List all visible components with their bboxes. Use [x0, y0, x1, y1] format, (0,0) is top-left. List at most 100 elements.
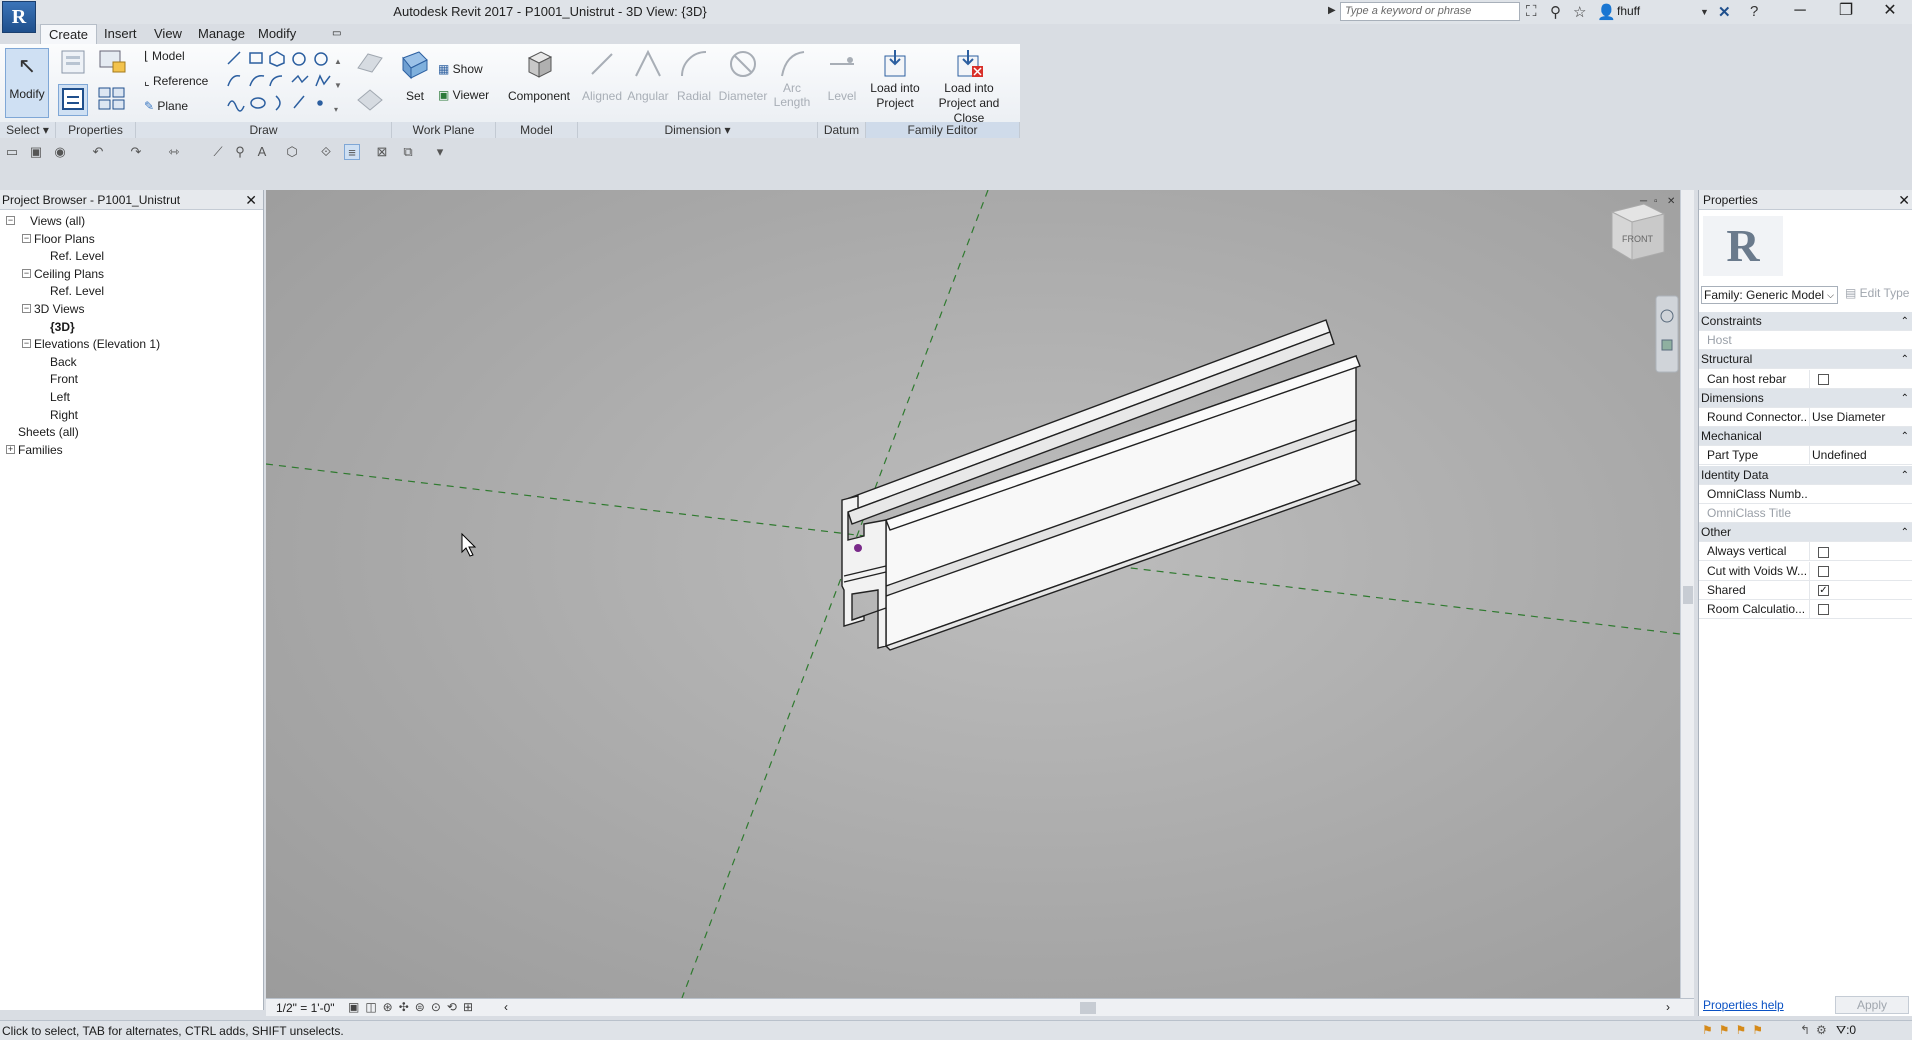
3d-view-icon[interactable]: ⬡ — [284, 144, 300, 160]
tree-item[interactable]: Elevations (Elevation 1) — [34, 337, 160, 351]
pick-faces-icon[interactable] — [352, 84, 386, 116]
3d-view-canvas[interactable]: FRONT ─ ▫ ✕ — [266, 190, 1680, 998]
property-group-header[interactable]: Constraints ⌃ — [1699, 312, 1912, 331]
tree-item[interactable]: Ceiling Plans — [34, 267, 104, 281]
workplane-viewer-button[interactable]: ▣ Viewer — [438, 88, 489, 102]
close-hidden-windows-icon[interactable]: ⊠ — [374, 144, 390, 160]
property-group-header[interactable]: Identity Data ⌃ — [1699, 465, 1912, 485]
checkbox-checked[interactable]: ✓ — [1818, 585, 1829, 597]
view-close-icon[interactable]: ✕ — [1667, 196, 1675, 207]
zoom-icon[interactable] — [1661, 339, 1673, 351]
customize-qat-icon[interactable]: ▾ — [432, 144, 448, 160]
section-icon[interactable]: ⟐ — [318, 144, 334, 160]
close-icon[interactable]: ✕ — [245, 190, 257, 210]
search-expand-icon[interactable]: ▶ — [1328, 5, 1336, 16]
status-icons[interactable]: ⚑⚑⚑⚑ — [1702, 1023, 1769, 1037]
tab-manage[interactable]: Manage — [190, 24, 253, 44]
tree-item[interactable]: Views (all) — [30, 214, 85, 228]
checkbox[interactable] — [1818, 565, 1829, 577]
tab-create[interactable]: Create — [40, 24, 98, 44]
collapse-icon[interactable]: ⌃ — [1901, 466, 1909, 485]
property-value[interactable] — [1809, 542, 1912, 562]
tree-item[interactable]: Sheets (all) — [18, 425, 79, 439]
angular-dimension-button[interactable]: Angular — [626, 48, 670, 118]
horizontal-scrollbar-thumb[interactable] — [1080, 1002, 1096, 1014]
edit-type-button[interactable]: ▤ Edit Type — [1845, 286, 1909, 300]
pick-lines-icon[interactable] — [352, 48, 386, 80]
thin-lines-icon[interactable]: ≡ — [344, 144, 360, 160]
property-group-header[interactable]: Structural ⌃ — [1699, 350, 1912, 370]
property-value[interactable] — [1809, 600, 1912, 619]
property-value[interactable] — [1809, 369, 1912, 389]
property-group-header[interactable]: Mechanical ⌃ — [1699, 427, 1912, 447]
tab-insert[interactable]: Insert — [96, 24, 145, 44]
family-types-icon[interactable] — [96, 48, 128, 78]
favorites-star-icon[interactable]: ☆ — [1573, 3, 1586, 21]
user-name[interactable]: fhuff — [1617, 4, 1640, 18]
undo-icon[interactable]: ↶ — [90, 144, 106, 160]
family-selector[interactable]: Family: Generic Model ⌵ — [1701, 286, 1838, 304]
collapse-icon[interactable]: − — [22, 304, 31, 313]
load-into-project-button[interactable]: Load into Project — [866, 48, 924, 118]
collapse-icon[interactable]: ⌃ — [1901, 350, 1909, 369]
diameter-dimension-button[interactable]: Diameter — [716, 48, 770, 118]
collapse-icon[interactable]: ⌃ — [1901, 312, 1909, 331]
scroll-right-icon[interactable]: › — [1666, 1000, 1670, 1014]
origin-point-icon[interactable] — [854, 544, 862, 552]
view-scale[interactable]: 1/2" = 1'-0" — [276, 1001, 335, 1015]
text-icon[interactable]: A — [254, 144, 270, 160]
dimension-panel-label[interactable]: Dimension ▾ — [578, 122, 818, 138]
help-icon[interactable]: ? — [1750, 3, 1758, 20]
tree-item[interactable]: Ref. Level — [50, 284, 104, 298]
exchange-apps-icon[interactable]: ✕ — [1718, 3, 1731, 21]
tree-item[interactable]: Right — [50, 408, 78, 422]
reference-plane-button[interactable]: ✎ Plane — [144, 99, 188, 113]
property-group-header[interactable]: Dimensions ⌃ — [1699, 388, 1912, 408]
chevron-down-icon[interactable]: ▼ — [1700, 7, 1709, 17]
scrollbar-thumb[interactable] — [1683, 586, 1693, 604]
checkbox[interactable] — [1818, 373, 1829, 385]
minimize-button[interactable]: ─ — [1778, 0, 1822, 24]
family-category-icon[interactable] — [58, 48, 88, 78]
collapse-icon[interactable]: ⌃ — [1901, 523, 1909, 542]
collapse-icon[interactable]: − — [22, 268, 31, 278]
type-selector-preview[interactable]: R — [1703, 216, 1783, 276]
vertical-scrollbar[interactable] — [1680, 190, 1694, 998]
select-panel-label[interactable]: Select ▾ — [0, 122, 56, 138]
filter-count[interactable]: ⛛:0 — [1836, 1023, 1856, 1038]
measure-icon[interactable]: ⇿ — [166, 144, 182, 160]
view-minimize-icon[interactable]: ─ — [1639, 196, 1648, 207]
arc-length-dimension-button[interactable]: Arc Length — [770, 48, 814, 118]
reference-line-button[interactable]: ⌞ Reference — [144, 74, 208, 88]
aligned-dimension-qat-icon[interactable]: ⟋ — [210, 144, 226, 160]
viewcube[interactable]: FRONT — [1610, 203, 1666, 261]
open-icon[interactable]: ▭ — [4, 144, 20, 160]
tag-icon[interactable]: ⚲ — [232, 144, 248, 160]
redo-icon[interactable]: ↷ — [128, 144, 144, 160]
radial-dimension-button[interactable]: Radial — [672, 48, 716, 118]
aligned-dimension-button[interactable]: Aligned — [580, 48, 624, 118]
tab-modify[interactable]: Modify — [250, 24, 304, 44]
navigation-bar[interactable] — [1655, 295, 1679, 373]
tree-item[interactable]: Families — [18, 443, 63, 457]
tree-item[interactable]: Ref. Level — [50, 249, 104, 263]
expand-icon[interactable]: + — [6, 444, 15, 454]
type-properties-icon[interactable] — [96, 84, 128, 116]
view-control-icons[interactable]: ▣◫⊛✣⊜⊙⟲⊞ — [348, 1000, 479, 1014]
draw-tools-gallery[interactable]: ▲ ▼ ▾ — [224, 48, 344, 118]
tab-view[interactable]: View — [146, 24, 190, 44]
tree-item[interactable]: {3D} — [50, 320, 75, 334]
property-value[interactable]: Use Diameter — [1809, 408, 1912, 427]
checkbox[interactable] — [1818, 546, 1829, 558]
close-icon[interactable]: ✕ — [1898, 190, 1910, 210]
collapse-icon[interactable]: − — [22, 339, 31, 349]
model-line-button[interactable]: ⌊ Model — [144, 49, 185, 63]
properties-toggle-icon[interactable] — [58, 84, 88, 116]
tree-item[interactable]: Back — [50, 355, 77, 369]
binoculars-icon[interactable]: ⛶ — [1526, 3, 1537, 20]
scroll-left-icon[interactable]: ‹ — [504, 1000, 508, 1014]
tree-item[interactable]: Floor Plans — [34, 232, 95, 246]
property-value[interactable]: Undefined — [1809, 446, 1912, 466]
tree-item[interactable]: Front — [50, 372, 78, 386]
user-icon[interactable]: 👤 — [1597, 3, 1616, 21]
